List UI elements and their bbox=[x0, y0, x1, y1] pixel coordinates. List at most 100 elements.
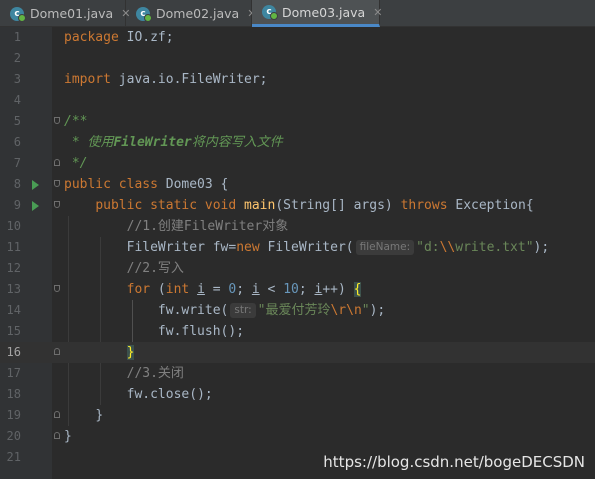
code-line: 8 public class Dome03 { bbox=[0, 174, 595, 195]
doc-comment: */ bbox=[64, 156, 88, 171]
method-name: main bbox=[244, 198, 276, 213]
keyword: import bbox=[64, 72, 111, 87]
line-number: 21 bbox=[6, 450, 21, 464]
run-icon[interactable] bbox=[32, 180, 39, 190]
line-number: 17 bbox=[6, 366, 21, 380]
line-comment: //3.关闭 bbox=[126, 366, 184, 381]
line-number: 18 bbox=[6, 387, 21, 401]
code-line: 4 bbox=[0, 90, 595, 111]
tab-label: Dome02.java bbox=[156, 6, 240, 21]
code-line: 12 //2.写入 bbox=[0, 258, 595, 279]
fold-icon[interactable] bbox=[54, 180, 60, 187]
parameters: (String[] args) bbox=[275, 198, 401, 213]
editor-tab-bar: c Dome01.java ✕ c Dome02.java ✕ c Dome03… bbox=[0, 0, 595, 27]
number-literal: 10 bbox=[283, 282, 299, 297]
code-text: import java.io.FileWriter; bbox=[64, 69, 268, 90]
fold-icon[interactable] bbox=[54, 117, 60, 124]
code-fragment: fw.flush(); bbox=[157, 324, 245, 339]
line-number: 4 bbox=[13, 93, 21, 107]
line-number: 15 bbox=[6, 324, 21, 338]
loop-variable: i bbox=[197, 282, 205, 297]
line-comment: //1.创建FileWriter对象 bbox=[126, 219, 289, 234]
line-number: 19 bbox=[6, 408, 21, 422]
close-icon[interactable]: ✕ bbox=[373, 6, 382, 19]
code-fragment: ; bbox=[236, 282, 252, 297]
code-text: for (int i = 0; i < 10; i++) { bbox=[64, 279, 362, 300]
code-text: fw.write(str: "最爱付芳玲\r\n"); bbox=[64, 300, 385, 321]
line-number: 9 bbox=[13, 198, 21, 212]
code-text: fw.close(); bbox=[64, 384, 213, 405]
code-line: 15 fw.flush(); bbox=[0, 321, 595, 342]
line-comment: //2.写入 bbox=[126, 261, 184, 276]
keyword: int bbox=[165, 282, 190, 297]
code-line: 14 fw.write(str: "最爱付芳玲\r\n"); bbox=[0, 300, 595, 321]
code-fragment: < bbox=[259, 282, 284, 297]
code-editor[interactable]: 1 package IO.zf; 2 3 import java.io.File… bbox=[0, 27, 595, 479]
keyword: public class bbox=[64, 177, 158, 192]
fold-icon[interactable] bbox=[54, 411, 60, 418]
current-code-line: 16 } bbox=[0, 342, 595, 363]
code-fragment: } bbox=[64, 429, 72, 444]
line-number: 8 bbox=[13, 177, 21, 191]
fold-icon[interactable] bbox=[54, 432, 60, 439]
code-text: fw.flush(); bbox=[64, 321, 244, 342]
matched-brace: } bbox=[126, 345, 135, 360]
doc-comment: /** bbox=[64, 114, 88, 129]
watermark: https://blog.csdn.net/bogeDECSDN bbox=[323, 453, 585, 471]
fold-icon[interactable] bbox=[54, 159, 60, 166]
fold-icon[interactable] bbox=[54, 285, 60, 292]
string-literal: " bbox=[361, 303, 370, 318]
code-line: 5 /** bbox=[0, 111, 595, 132]
tab-dome03[interactable]: c Dome03.java ✕ bbox=[252, 0, 382, 27]
line-number: 13 bbox=[6, 282, 21, 296]
escape-sequence: \r\n bbox=[330, 303, 362, 318]
line-number: 2 bbox=[13, 51, 21, 65]
line-number: 20 bbox=[6, 429, 21, 443]
code-line: 17 //3.关闭 bbox=[0, 363, 595, 384]
line-number: 11 bbox=[6, 240, 21, 254]
code-text: public static void main(String[] args) t… bbox=[64, 195, 534, 216]
code-fragment: } bbox=[95, 408, 104, 423]
line-number: 12 bbox=[6, 261, 21, 275]
line-number: 14 bbox=[6, 303, 21, 317]
doc-comment-code: FileWriter bbox=[113, 135, 192, 150]
keyword: package bbox=[64, 30, 119, 45]
code-line: 18 fw.close(); bbox=[0, 384, 595, 405]
code-text: } bbox=[64, 426, 72, 447]
code-text: //1.创建FileWriter对象 bbox=[64, 216, 289, 237]
tab-dome01[interactable]: c Dome01.java ✕ bbox=[0, 0, 130, 27]
code-line: 7 */ bbox=[0, 153, 595, 174]
code-text: } bbox=[64, 342, 135, 363]
code-text: } bbox=[64, 405, 103, 426]
java-class-icon: c bbox=[10, 6, 26, 22]
string-literal: "最爱付芳玲 bbox=[257, 303, 331, 318]
line-number: 5 bbox=[13, 114, 21, 128]
string-literal: "d: bbox=[416, 240, 440, 255]
exception-type: Exception{ bbox=[447, 198, 534, 213]
fold-icon[interactable] bbox=[54, 201, 60, 208]
code-fragment: ); bbox=[369, 303, 386, 318]
line-number: 7 bbox=[13, 156, 21, 170]
keyword: public static void bbox=[95, 198, 237, 213]
code-line: 9 public static void main(String[] args)… bbox=[0, 195, 595, 216]
doc-comment: 将内容写入文件 bbox=[191, 135, 283, 150]
code-line: 3 import java.io.FileWriter; bbox=[0, 69, 595, 90]
run-icon[interactable] bbox=[32, 201, 39, 211]
matched-brace: { bbox=[353, 282, 362, 297]
code-line: 20 } bbox=[0, 426, 595, 447]
code-line: 11 FileWriter fw=new FileWriter(fileName… bbox=[0, 237, 595, 258]
code-fragment bbox=[189, 282, 197, 297]
code-text: * 使用FileWriter将内容写入文件 bbox=[64, 132, 283, 153]
tab-label: Dome01.java bbox=[30, 6, 114, 21]
tab-dome02[interactable]: c Dome02.java ✕ bbox=[126, 0, 256, 27]
doc-comment: * 使用 bbox=[64, 135, 114, 150]
code-fragment: FileWriter fw= bbox=[126, 240, 237, 255]
code-fragment: fw.close(); bbox=[126, 387, 213, 402]
code-fragment: ++) bbox=[322, 282, 354, 297]
code-fragment: ( bbox=[150, 282, 166, 297]
code-line: 19 } bbox=[0, 405, 595, 426]
import-path: java.io.FileWriter; bbox=[110, 72, 268, 87]
fold-icon[interactable] bbox=[54, 348, 60, 355]
code-fragment: ; bbox=[298, 282, 315, 297]
keyword: throws bbox=[400, 198, 448, 213]
